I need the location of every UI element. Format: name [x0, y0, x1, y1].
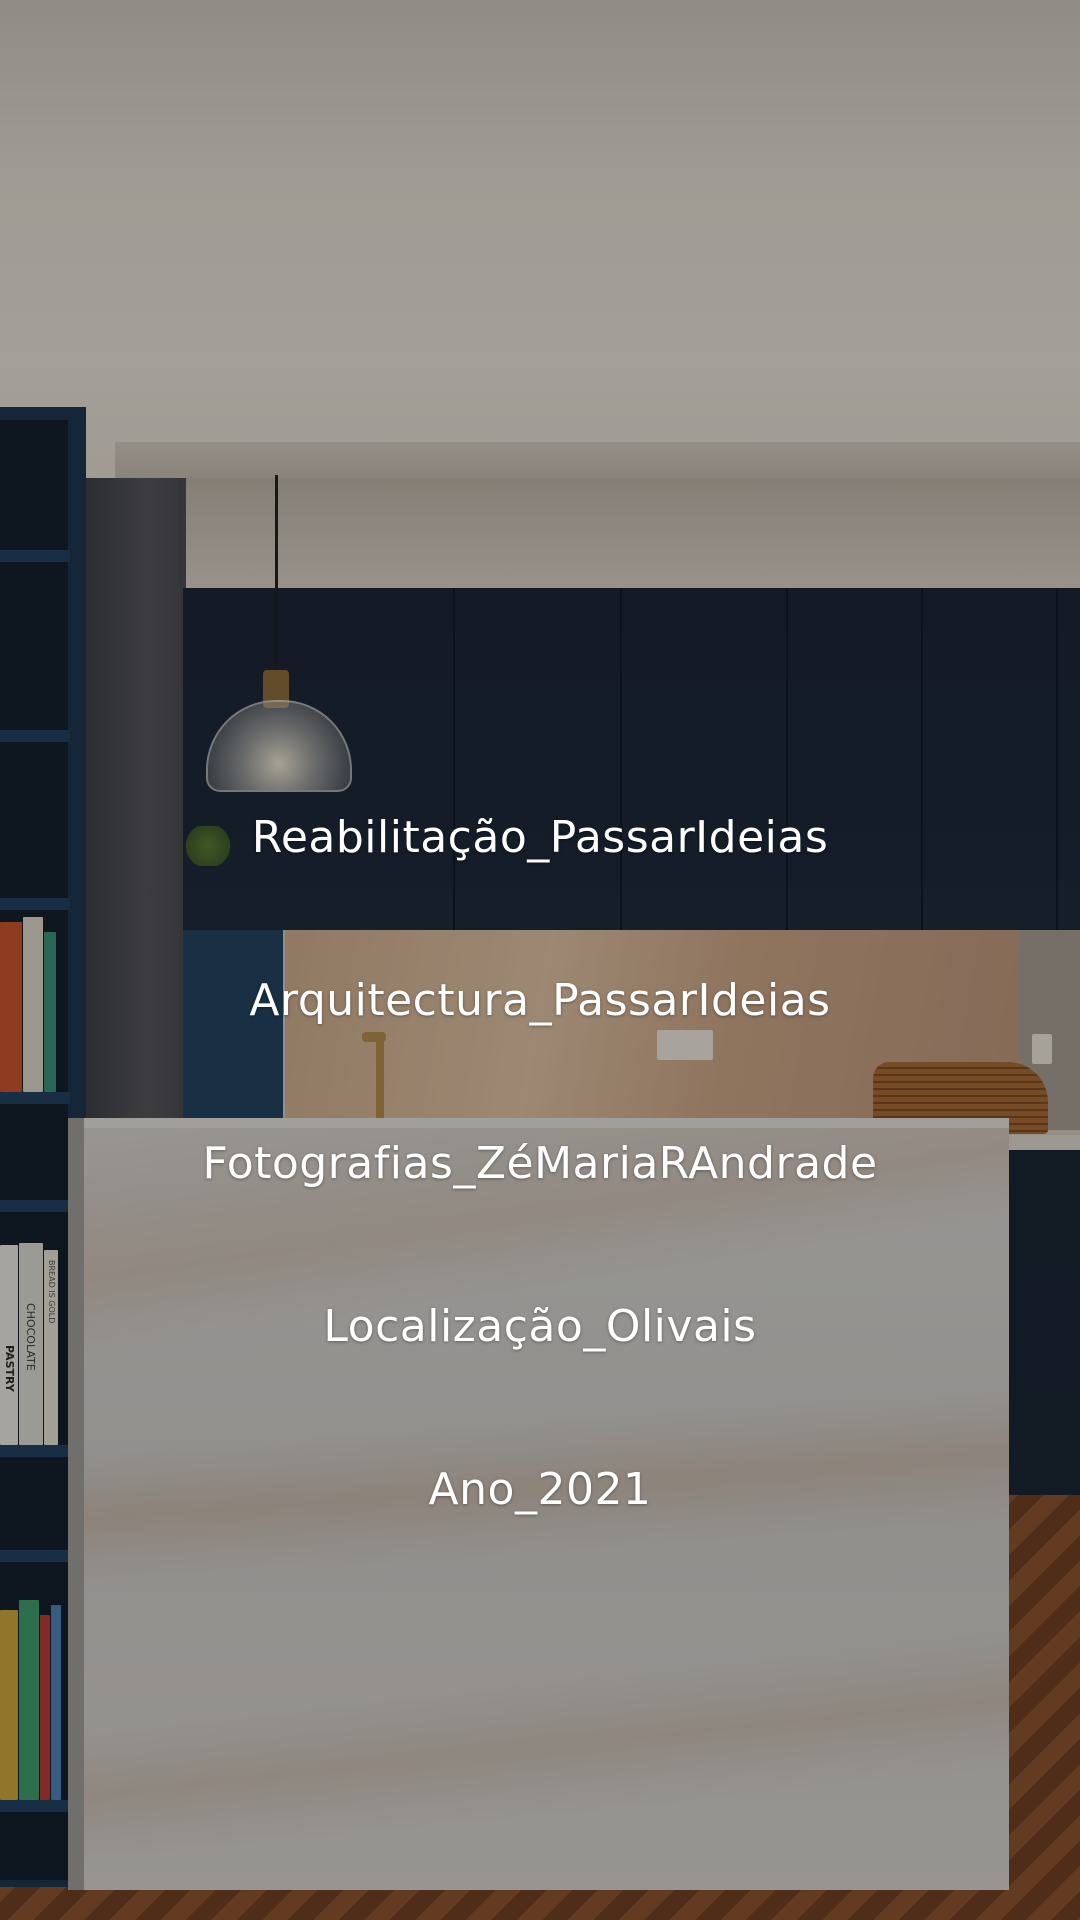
caption-architecture: Arquitectura_PassarIdeias [249, 975, 831, 1026]
caption-location: Localização_Olivais [323, 1301, 757, 1352]
caption-year: Ano_2021 [428, 1464, 652, 1515]
caption-photography: Fotografias_ZéMariaRAndrade [202, 1138, 878, 1189]
caption-rehabilitation: Reabilitação_PassarIdeias [251, 812, 829, 863]
project-credits: Reabilitação_PassarIdeias Arquitectura_P… [0, 0, 1080, 1920]
